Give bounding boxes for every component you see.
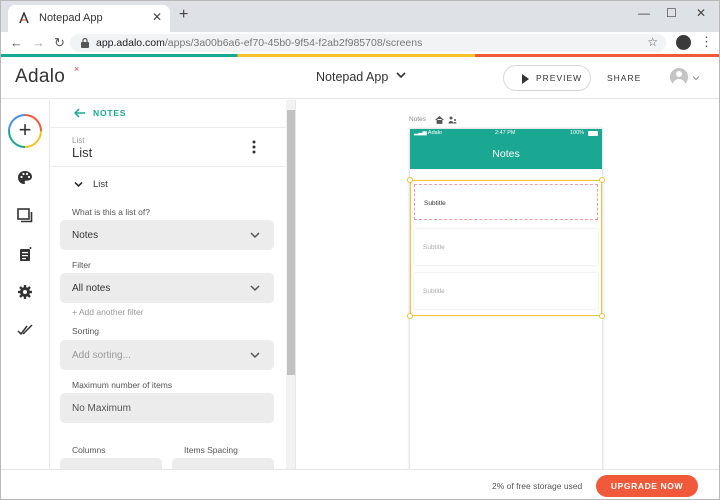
window-close-icon[interactable]: ✕ <box>696 6 706 20</box>
browser-tab-bar: Notepad App ✕ + — ☐ ✕ <box>0 0 720 32</box>
adalo-logo[interactable]: Adalo <box>15 66 65 88</box>
users-icon <box>448 116 457 124</box>
reload-icon[interactable]: ↻ <box>54 35 65 51</box>
status-time: 2:47 PM <box>495 130 516 136</box>
tab-close-icon[interactable]: ✕ <box>152 10 162 24</box>
phone-app-bar[interactable]: Notes <box>410 139 602 169</box>
resize-handle[interactable] <box>407 313 413 319</box>
url-text: app.adalo.com/apps/3a00b6a6-ef70-45b0-9f… <box>96 37 422 49</box>
panel-divider <box>50 127 286 128</box>
plus-icon: + <box>18 117 32 142</box>
minimize-icon[interactable]: — <box>638 6 650 20</box>
app-header: Adalo × Notepad App PREVIEW SHARE <box>0 57 720 99</box>
browser-toolbar: ← → ↻ app.adalo.com/apps/3a00b6a6-ef70-4… <box>0 32 720 54</box>
logo-mark-icon: × <box>74 64 80 74</box>
publish-icon[interactable] <box>17 322 33 338</box>
url-host: app.adalo.com <box>96 37 165 49</box>
bookmark-star-icon[interactable]: ☆ <box>647 35 658 49</box>
preview-label: PREVIEW <box>536 73 583 83</box>
avatar[interactable] <box>670 68 688 86</box>
panel-scrollbar[interactable] <box>286 100 296 470</box>
back-icon[interactable]: ← <box>10 35 23 51</box>
sorting-placeholder: Add sorting... <box>72 350 131 361</box>
maximize-icon[interactable]: ☐ <box>666 6 677 20</box>
panel-divider <box>50 166 286 167</box>
storage-usage-text: 2% of free storage used <box>492 481 583 491</box>
preview-button[interactable]: PREVIEW <box>503 65 591 91</box>
add-button-face: + <box>10 116 40 146</box>
address-bar[interactable]: app.adalo.com/apps/3a00b6a6-ef70-45b0-9f… <box>70 34 666 52</box>
back-label: NOTES <box>93 108 127 118</box>
spacing-label: Items Spacing <box>184 445 238 455</box>
palette-icon[interactable] <box>17 170 33 186</box>
battery-icon <box>588 131 598 136</box>
component-type: List <box>72 136 85 145</box>
filter-value: All notes <box>72 283 111 294</box>
adalo-favicon-icon <box>19 12 29 24</box>
extension-icon[interactable] <box>676 35 691 50</box>
lock-icon <box>81 37 89 48</box>
left-tool-rail: + <box>0 100 50 470</box>
upgrade-button[interactable]: UPGRADE NOW <box>596 475 698 497</box>
filter-select[interactable]: All notes <box>60 273 274 303</box>
builder-canvas[interactable]: Notes ▂▃▅ Adalo 2:47 PM 100% Notes Subti… <box>297 100 720 470</box>
play-icon <box>522 74 529 84</box>
new-tab-icon[interactable]: + <box>179 7 188 23</box>
max-items-input[interactable]: No Maximum <box>60 393 274 423</box>
status-carrier-label: Adalo <box>427 130 442 136</box>
settings-icon[interactable] <box>17 284 33 300</box>
resize-handle[interactable] <box>599 313 605 319</box>
resize-handle[interactable] <box>599 177 605 183</box>
home-icon <box>435 116 444 124</box>
browser-menu-icon[interactable]: ⋮ <box>700 34 713 50</box>
upgrade-label: UPGRADE NOW <box>610 481 684 491</box>
list-of-select[interactable]: Notes <box>60 220 274 250</box>
selection-outline <box>410 180 602 316</box>
status-carrier: ▂▃▅ Adalo <box>414 130 442 136</box>
forward-icon[interactable]: → <box>32 35 45 51</box>
url-path: /apps/3a00b6a6-ef70-45b0-9f54-f2ab2f9857… <box>164 37 423 49</box>
more-options-icon[interactable] <box>252 140 256 154</box>
phone-screen-preview[interactable]: ▂▃▅ Adalo 2:47 PM 100% Notes Subtitle Su… <box>407 129 605 470</box>
section-collapse-icon[interactable] <box>74 180 83 189</box>
add-component-button[interactable]: + <box>8 114 42 148</box>
app-footer: 2% of free storage used UPGRADE NOW <box>0 469 720 500</box>
chevron-down-icon <box>250 352 260 359</box>
arrow-left-icon <box>74 108 85 118</box>
list-of-value: Notes <box>72 230 99 241</box>
columns-label: Columns <box>72 445 106 455</box>
status-battery: 100% <box>570 130 585 136</box>
app-name[interactable]: Notepad App <box>316 70 388 84</box>
list-of-label: What is this a list of? <box>72 207 150 217</box>
resize-handle[interactable] <box>407 177 413 183</box>
max-items-label: Maximum number of items <box>72 380 173 390</box>
chevron-down-icon[interactable] <box>396 70 406 80</box>
share-button[interactable]: SHARE <box>607 73 641 83</box>
tab-title: Notepad App <box>39 12 103 24</box>
section-label[interactable]: List <box>93 179 108 190</box>
component-name[interactable]: List <box>72 145 92 160</box>
browser-tab[interactable]: Notepad App ✕ <box>8 5 170 32</box>
phone-status-bar: ▂▃▅ Adalo 2:47 PM 100% <box>410 129 602 139</box>
scrollbar-thumb[interactable] <box>287 110 295 375</box>
max-items-value: No Maximum <box>72 403 131 414</box>
chevron-down-icon <box>250 232 260 239</box>
add-filter-link[interactable]: + Add another filter <box>72 307 144 317</box>
chevron-down-icon <box>250 285 260 292</box>
screen-name[interactable]: Notes <box>409 116 426 123</box>
sorting-label: Sorting <box>72 326 99 336</box>
filter-label: Filter <box>72 260 91 270</box>
database-icon[interactable] <box>17 246 33 262</box>
sorting-select[interactable]: Add sorting... <box>60 340 274 370</box>
properties-panel: NOTES List List List What is this a list… <box>50 100 286 470</box>
avatar-chevron-icon[interactable] <box>692 74 700 82</box>
screens-icon[interactable] <box>17 208 33 224</box>
phone-app-bar-title: Notes <box>492 148 520 160</box>
